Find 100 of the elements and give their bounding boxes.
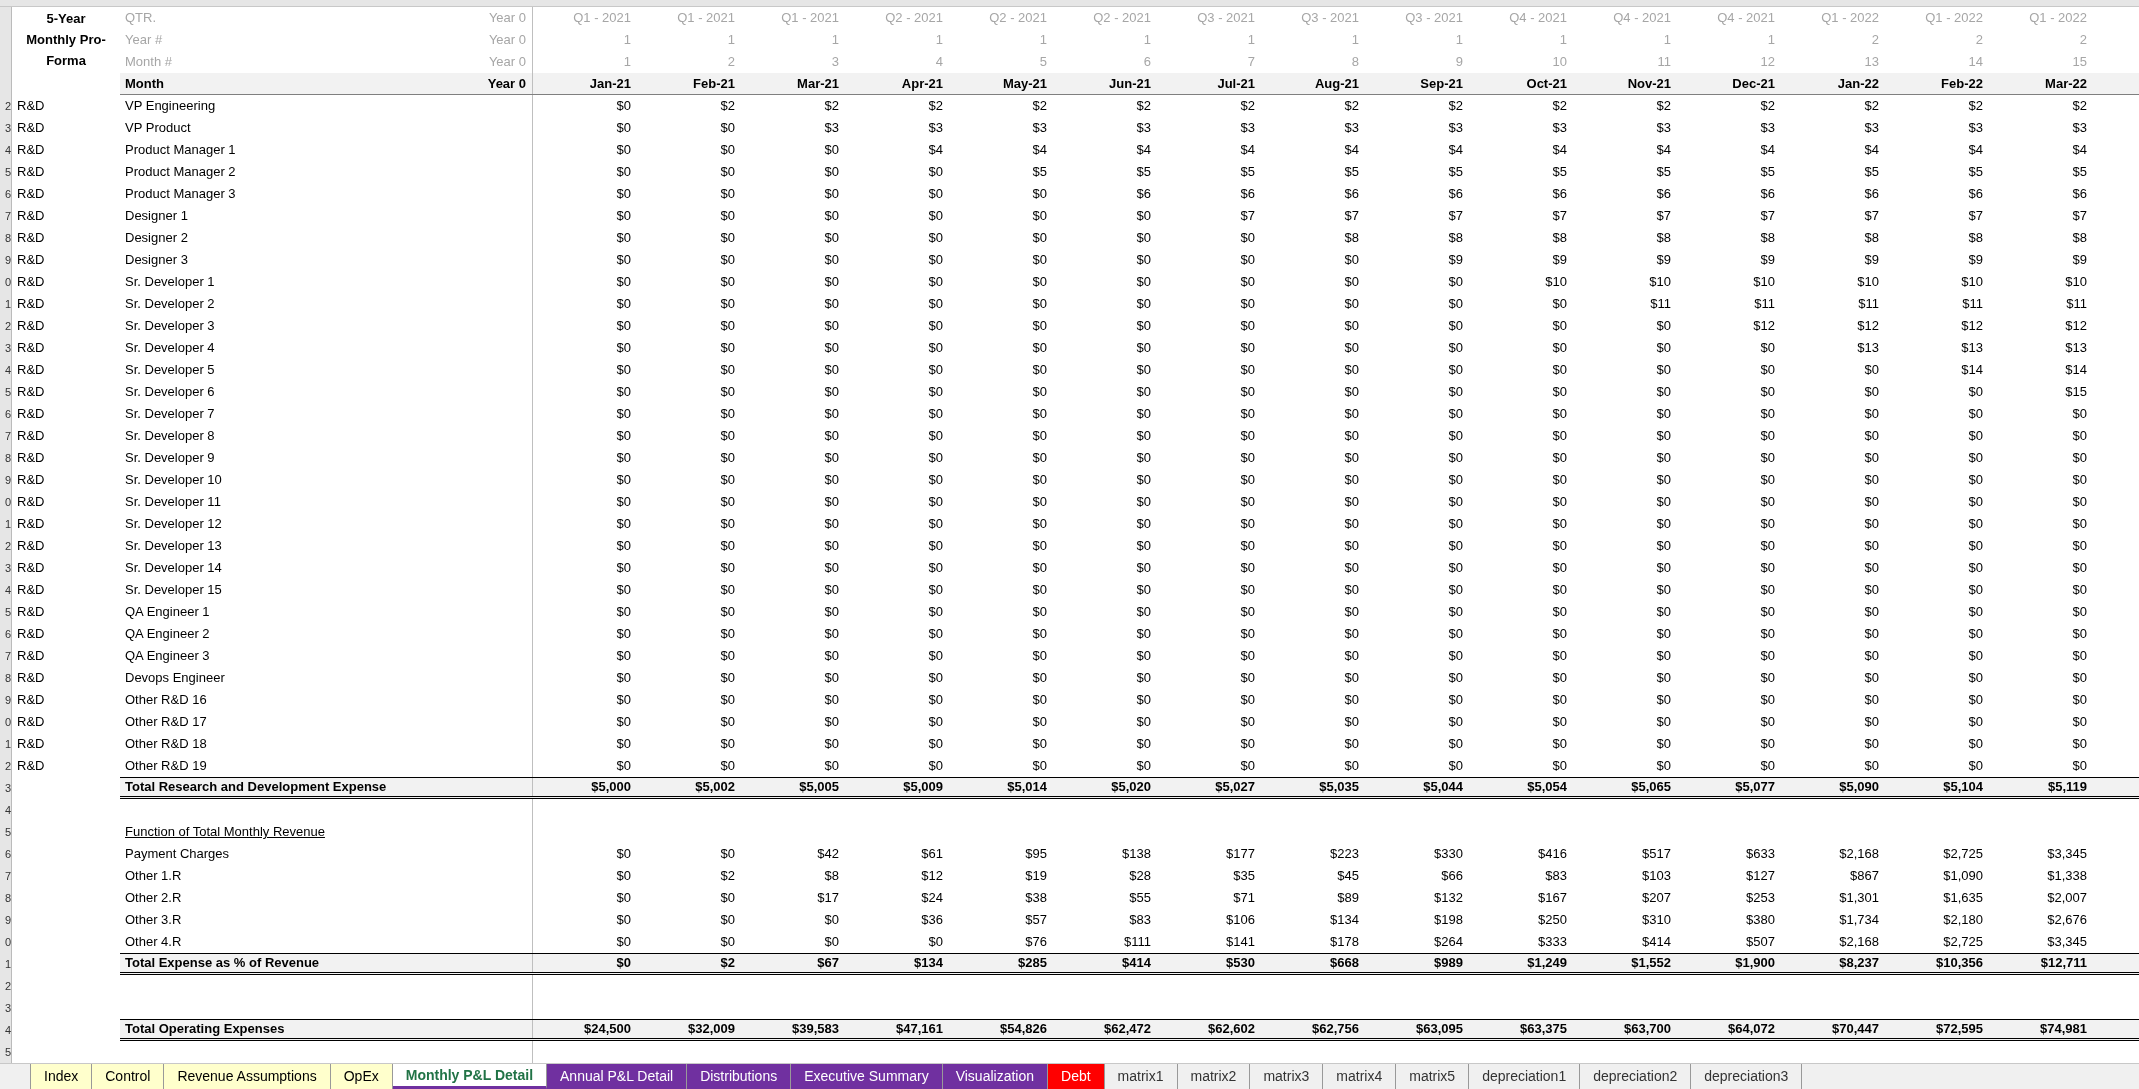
line-item-label: Sr. Developer 11 [124, 493, 222, 511]
row-number[interactable]: 0 [0, 711, 12, 733]
row-number[interactable]: 4 [0, 139, 12, 161]
sheet-tab[interactable]: Monthly P&L Detail [392, 1064, 548, 1089]
line-item-label: Sr. Developer 2 [124, 295, 216, 313]
row-number[interactable]: 3 [0, 557, 12, 579]
table-cell-text: $0 [1447, 383, 1464, 401]
sheet-tab[interactable]: Distributions [687, 1064, 792, 1089]
sheet-tab[interactable]: Revenue Assumptions [164, 1064, 331, 1089]
row-number[interactable]: 3 [0, 777, 12, 799]
sheet-tab[interactable]: Control [92, 1064, 165, 1089]
row-number[interactable]: 5 [0, 821, 12, 843]
total-cell-text: $5,035 [1318, 778, 1360, 796]
row-number[interactable]: 7 [0, 205, 12, 227]
table-cell-text: $0 [1863, 713, 1880, 731]
header-cell-text: Feb-22 [1940, 75, 1984, 93]
table-cell-text: $0 [719, 273, 736, 291]
table-cell-text: $15 [2064, 383, 2088, 401]
row-number[interactable]: 9 [0, 689, 12, 711]
table-cell-text: $0 [1655, 449, 1672, 467]
row-number[interactable]: 6 [0, 183, 12, 205]
row-number[interactable]: 8 [0, 667, 12, 689]
table-cell-text: $103 [1641, 867, 1672, 885]
row-number[interactable]: 2 [0, 755, 12, 777]
sheet-tab[interactable]: matrix3 [1250, 1064, 1324, 1089]
header-cell-text: 1 [1454, 31, 1464, 49]
row-number[interactable]: 5 [0, 161, 12, 183]
row-number[interactable]: 2 [0, 535, 12, 557]
sheet-tab[interactable]: Visualization [942, 1064, 1048, 1089]
sheet-tab[interactable]: Annual P&L Detail [547, 1064, 688, 1089]
table-cell-text: $0 [719, 889, 736, 907]
sheet-tab[interactable]: depreciation3 [1691, 1064, 1803, 1089]
table-cell-text: $83 [1544, 867, 1568, 885]
line-item-label: Payment Charges [124, 845, 231, 863]
table-cell-text: $0 [1447, 515, 1464, 533]
sheet-tab[interactable]: matrix1 [1104, 1064, 1178, 1089]
row-number[interactable]: 5 [0, 1041, 12, 1063]
row-number[interactable]: 1 [0, 733, 12, 755]
line-item-label: Other R&D 18 [124, 735, 208, 753]
row-number[interactable]: 6 [0, 623, 12, 645]
sheet-tab[interactable]: matrix4 [1323, 1064, 1397, 1089]
table-cell-text: $0 [1031, 185, 1048, 203]
header-label: Month # [124, 53, 173, 71]
row-number[interactable]: 4 [0, 799, 12, 821]
table-cell-text: $10 [1544, 273, 1568, 291]
sheet-tab[interactable]: Executive Summary [791, 1064, 943, 1089]
row-number[interactable]: 0 [0, 931, 12, 953]
table-cell-text: $0 [1551, 339, 1568, 357]
table-cell-text: $0 [1447, 581, 1464, 599]
table-cell-text: $8 [1655, 229, 1672, 247]
row-number[interactable]: 8 [0, 447, 12, 469]
row-number[interactable]: 8 [0, 887, 12, 909]
row-number[interactable]: 4 [0, 579, 12, 601]
sheet-tab[interactable]: depreciation2 [1580, 1064, 1692, 1089]
sheet-tab[interactable]: Debt [1048, 1064, 1105, 1089]
table-cell-text: $0 [615, 141, 632, 159]
total-cell-text: $5,014 [1006, 778, 1048, 796]
sheet-tab[interactable]: depreciation1 [1469, 1064, 1581, 1089]
row-number[interactable]: 7 [0, 865, 12, 887]
sheet-tab[interactable]: OpEx [330, 1064, 393, 1089]
row-number[interactable]: 1 [0, 953, 12, 975]
row-number[interactable]: 4 [0, 1019, 12, 1041]
header-cell-text: May-21 [1001, 75, 1048, 93]
row-number[interactable]: 7 [0, 645, 12, 667]
row-number[interactable]: 1 [0, 513, 12, 535]
table-cell-text: $0 [1135, 647, 1152, 665]
row-number[interactable]: 2 [0, 315, 12, 337]
sheet-tab[interactable]: matrix5 [1396, 1064, 1470, 1089]
header-cell-text: 1 [726, 31, 736, 49]
table-cell-text: $0 [927, 339, 944, 357]
row-number[interactable]: 6 [0, 403, 12, 425]
total-cell-text: $5,000 [590, 778, 632, 796]
table-cell-text: $416 [1537, 845, 1568, 863]
table-cell-text: $0 [927, 229, 944, 247]
row-number[interactable]: 8 [0, 227, 12, 249]
row-number[interactable]: 0 [0, 271, 12, 293]
row-number[interactable]: 9 [0, 249, 12, 271]
row-number[interactable]: 1 [0, 293, 12, 315]
table-cell-text: $13 [1856, 339, 1880, 357]
row-number[interactable]: 9 [0, 469, 12, 491]
table-cell-text: $0 [719, 185, 736, 203]
row-number[interactable]: 3 [0, 997, 12, 1019]
row-number[interactable]: 5 [0, 601, 12, 623]
table-cell-text: $507 [1745, 933, 1776, 951]
row-number[interactable]: 3 [0, 337, 12, 359]
table-cell-text: $0 [927, 405, 944, 423]
row-number[interactable]: 7 [0, 425, 12, 447]
row-number[interactable]: 6 [0, 843, 12, 865]
row-number[interactable]: 4 [0, 359, 12, 381]
row-number[interactable]: 2 [0, 95, 12, 117]
table-cell-text: $0 [1655, 317, 1672, 335]
row-number[interactable]: 0 [0, 491, 12, 513]
row-number[interactable]: 3 [0, 117, 12, 139]
row-number[interactable]: 9 [0, 909, 12, 931]
row-number[interactable]: 2 [0, 975, 12, 997]
line-item-label: Other R&D 16 [124, 691, 208, 709]
row-number[interactable]: 5 [0, 381, 12, 403]
sheet-tab[interactable]: matrix2 [1177, 1064, 1251, 1089]
sheet-tab[interactable]: Index [31, 1064, 93, 1089]
total-cell-text: $5,054 [1526, 778, 1568, 796]
